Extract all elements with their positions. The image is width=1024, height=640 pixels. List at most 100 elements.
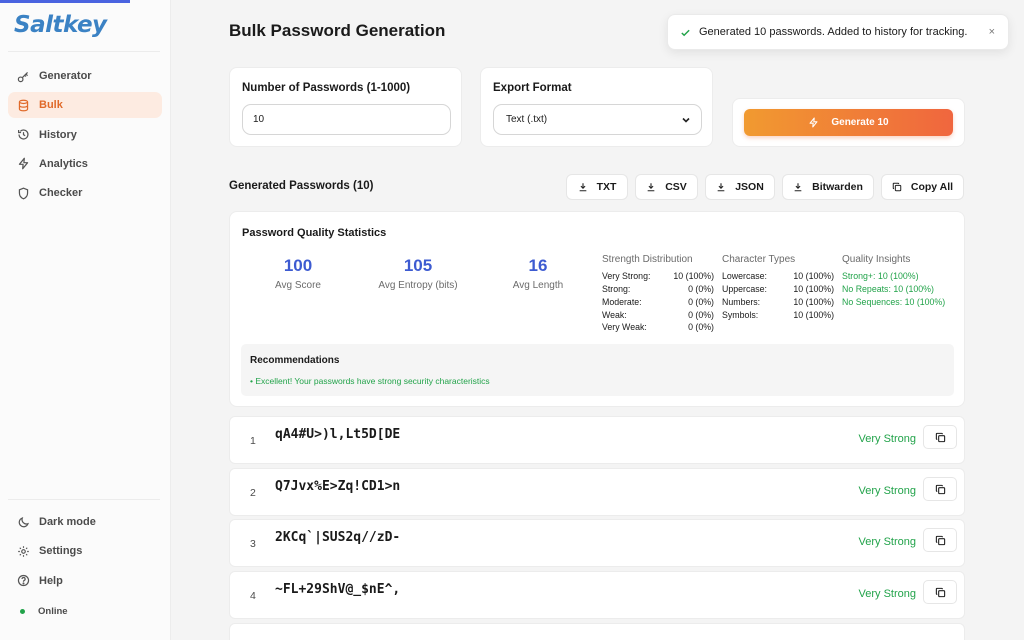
password-index: 3 bbox=[250, 538, 256, 550]
chevron-down-icon bbox=[682, 117, 690, 123]
download-icon bbox=[579, 183, 586, 192]
strength-row-value: 0 (0%) bbox=[688, 297, 714, 307]
chartype-row-value: 10 (100%) bbox=[793, 297, 834, 307]
sidebar-bottom: Dark mode Settings Help bbox=[8, 509, 162, 597]
sidebar-item-generator[interactable]: Generator bbox=[8, 63, 162, 89]
download-icon bbox=[717, 183, 725, 192]
password-strength: Very Strong bbox=[858, 485, 916, 497]
sidebar-item-label: Analytics bbox=[39, 157, 88, 170]
avg-length-value: 16 bbox=[528, 256, 548, 275]
avg-entropy-label: Avg Entropy (bits) bbox=[378, 280, 458, 291]
strength-row-value: 0 (0%) bbox=[688, 284, 714, 294]
password-row: 3 2KCq`|SUS2q//zD- Very Strong bbox=[229, 519, 965, 567]
sidebar-item-bulk[interactable]: Bulk bbox=[8, 92, 162, 119]
password-strength: Very Strong bbox=[858, 588, 916, 600]
count-input[interactable]: 10 bbox=[242, 104, 451, 135]
format-card: Export Format Text (.txt) bbox=[480, 67, 713, 147]
sidebar-item-checker[interactable]: Checker bbox=[8, 180, 162, 206]
strength-distribution-title: Strength Distribution bbox=[602, 254, 693, 265]
password-value[interactable]: 2KCq`|SUS2q//zD- bbox=[275, 530, 400, 545]
copy-all-button[interactable]: Copy All bbox=[881, 174, 964, 200]
strength-row-label: Weak: bbox=[602, 310, 627, 320]
close-icon[interactable]: × bbox=[989, 26, 995, 38]
brand-logo[interactable]: Saltkey bbox=[14, 12, 107, 38]
password-row bbox=[229, 623, 965, 640]
copy-icon bbox=[935, 535, 945, 545]
recommendations-title: Recommendations bbox=[250, 355, 340, 366]
sidebar-item-label: History bbox=[39, 128, 77, 141]
password-row: 2 Q7Jvx%E>Zq!CD1>n Very Strong bbox=[229, 468, 965, 516]
copy-password-button[interactable] bbox=[923, 425, 957, 449]
bolt-icon bbox=[809, 117, 818, 128]
copy-icon bbox=[935, 432, 945, 442]
export-json-label: JSON bbox=[735, 181, 764, 193]
sidebar-item-dark-mode[interactable]: Dark mode bbox=[8, 509, 162, 535]
copy-password-button[interactable] bbox=[923, 528, 957, 552]
divider bbox=[8, 499, 160, 500]
sidebar: Saltkey Generator Bulk History Analytics… bbox=[0, 0, 171, 640]
bolt-icon bbox=[18, 158, 29, 170]
avg-score-label: Avg Score bbox=[275, 280, 321, 291]
copy-icon bbox=[892, 182, 902, 192]
history-icon bbox=[18, 129, 29, 140]
gear-icon bbox=[18, 546, 29, 557]
password-value[interactable]: qA4#U>)l,Lt5D[DE bbox=[275, 427, 400, 442]
export-bitwarden-button[interactable]: Bitwarden bbox=[782, 174, 874, 200]
divider bbox=[8, 51, 160, 52]
password-value[interactable]: Q7Jvx%E>Zq!CD1>n bbox=[275, 479, 400, 494]
strength-row-label: Moderate: bbox=[602, 297, 642, 307]
shield-icon bbox=[18, 187, 29, 200]
export-csv-label: CSV bbox=[665, 181, 687, 193]
chartype-row-label: Uppercase: bbox=[722, 284, 767, 294]
page-title: Bulk Password Generation bbox=[229, 21, 446, 40]
avg-length-label: Avg Length bbox=[512, 280, 564, 291]
quality-insights-title: Quality Insights bbox=[842, 254, 911, 265]
sidebar-nav: Generator Bulk History Analytics Checker bbox=[8, 63, 162, 209]
database-icon bbox=[18, 99, 29, 112]
password-index: 1 bbox=[250, 435, 256, 447]
key-icon bbox=[17, 71, 28, 82]
format-label: Export Format bbox=[493, 82, 572, 94]
format-select[interactable]: Text (.txt) bbox=[493, 104, 702, 135]
chartype-row-value: 10 (100%) bbox=[793, 271, 834, 281]
password-index: 2 bbox=[250, 487, 256, 499]
sidebar-item-label: Help bbox=[39, 574, 63, 587]
copy-password-button[interactable] bbox=[923, 580, 957, 604]
chartype-row-value: 10 (100%) bbox=[793, 284, 834, 294]
chartype-row-label: Symbols: bbox=[722, 310, 759, 320]
strength-row-value: 10 (100%) bbox=[673, 271, 714, 281]
toast-message: Generated 10 passwords. Added to history… bbox=[699, 26, 968, 38]
chartype-row-label: Numbers: bbox=[722, 297, 761, 307]
download-icon bbox=[794, 183, 802, 192]
generate-card: Generate 10 bbox=[732, 98, 965, 147]
copy-password-button[interactable] bbox=[923, 477, 957, 501]
strength-row-label: Very Weak: bbox=[602, 322, 647, 332]
password-value[interactable]: ~FL+29ShV@_$nE^, bbox=[275, 582, 400, 597]
strength-row-label: Strong: bbox=[602, 284, 631, 294]
sidebar-item-help[interactable]: Help bbox=[8, 568, 162, 594]
status-label: Online bbox=[38, 606, 68, 617]
password-row: 4 ~FL+29ShV@_$nE^, Very Strong bbox=[229, 571, 965, 619]
insight-item: No Repeats: 10 (100%) bbox=[842, 284, 934, 294]
export-txt-button[interactable]: TXT bbox=[566, 174, 628, 200]
generate-button[interactable]: Generate 10 bbox=[744, 109, 953, 136]
avg-entropy-value: 105 bbox=[403, 256, 433, 275]
password-strength: Very Strong bbox=[858, 536, 916, 548]
status-dot bbox=[20, 609, 25, 614]
sidebar-item-history[interactable]: History bbox=[8, 122, 162, 148]
copy-icon bbox=[935, 587, 945, 597]
export-json-button[interactable]: JSON bbox=[705, 174, 775, 200]
sidebar-item-settings[interactable]: Settings bbox=[8, 538, 162, 564]
help-icon bbox=[17, 574, 30, 587]
insight-item: Strong+: 10 (100%) bbox=[842, 271, 919, 281]
sidebar-item-analytics[interactable]: Analytics bbox=[8, 151, 162, 177]
sidebar-item-label: Settings bbox=[39, 545, 83, 558]
check-icon bbox=[681, 29, 690, 36]
stats-title: Password Quality Statistics bbox=[242, 227, 387, 239]
results-title: Generated Passwords (10) bbox=[229, 180, 374, 192]
toast-notification: Generated 10 passwords. Added to history… bbox=[667, 14, 1009, 50]
export-csv-button[interactable]: CSV bbox=[635, 174, 698, 200]
insight-item: No Sequences: 10 (100%) bbox=[842, 297, 946, 307]
stats-card: Password Quality Statistics 100 Avg Scor… bbox=[229, 211, 965, 407]
recommendations-panel: Recommendations • Excellent! Your passwo… bbox=[241, 344, 954, 396]
